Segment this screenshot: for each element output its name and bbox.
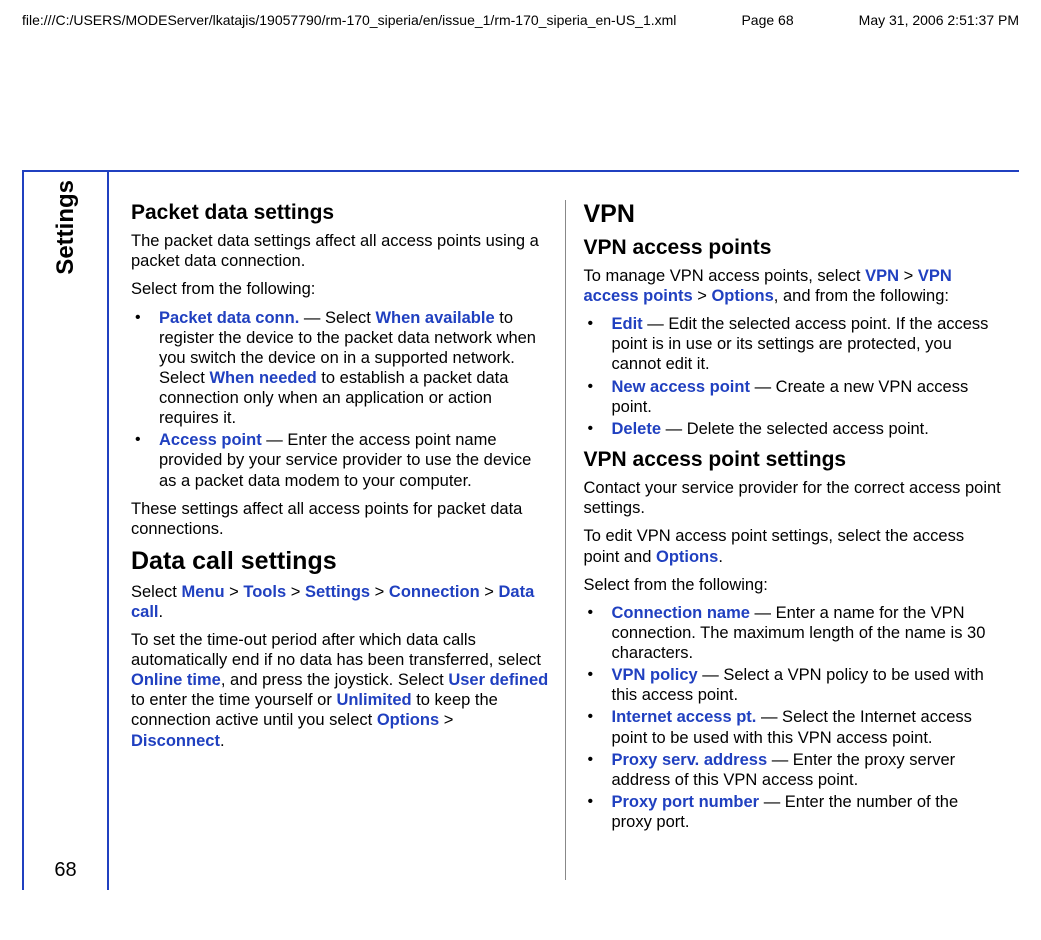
list-item: Access point — Enter the access point na… <box>131 430 549 490</box>
list-item: Delete — Delete the selected access poin… <box>584 419 1002 439</box>
ui-term: VPN <box>865 267 899 285</box>
ui-term: Access point <box>159 431 262 449</box>
content-area: Packet data settings The packet data set… <box>107 170 1019 890</box>
ui-term: New access point <box>612 378 750 396</box>
bullet-list: Edit — Edit the selected access point. I… <box>584 314 1002 439</box>
ui-term: Settings <box>305 583 370 601</box>
text: , and from the following: <box>774 287 949 305</box>
text: To manage VPN access points, select <box>584 267 866 285</box>
text: To edit VPN access point settings, selec… <box>584 527 965 565</box>
list-item: New access point — Create a new VPN acce… <box>584 377 1002 417</box>
ui-term: Options <box>711 287 773 305</box>
heading-packet-data-settings: Packet data settings <box>131 200 549 225</box>
ui-term: When available <box>375 309 494 327</box>
heading-vpn: VPN <box>584 200 1002 229</box>
ui-term: Proxy port number <box>612 793 760 811</box>
bullet-list: Packet data conn. — Select When availabl… <box>131 308 549 491</box>
paragraph: Select from the following: <box>584 575 1002 595</box>
paragraph: The packet data settings affect all acce… <box>131 231 549 271</box>
text: Select <box>131 583 181 601</box>
heading-vpn-access-points: VPN access points <box>584 235 1002 260</box>
tab-label: Settings <box>52 180 80 275</box>
paragraph: Select Menu > Tools > Settings > Connect… <box>131 582 549 622</box>
text: > <box>439 711 453 729</box>
paragraph: Contact your service provider for the co… <box>584 478 1002 518</box>
heading-vpn-access-point-settings: VPN access point settings <box>584 447 1002 472</box>
text: . <box>220 732 225 750</box>
page-number: 68 <box>54 859 76 882</box>
text: . <box>159 603 164 621</box>
list-item: Internet access pt. — Select the Interne… <box>584 707 1002 747</box>
list-item: Proxy serv. address — Enter the proxy se… <box>584 750 1002 790</box>
ui-term: Unlimited <box>336 691 411 709</box>
ui-term: Proxy serv. address <box>612 751 768 769</box>
paragraph: To edit VPN access point settings, selec… <box>584 526 1002 566</box>
page-body: Settings 68 Packet data settings The pac… <box>22 170 1019 890</box>
ui-term: Packet data conn. <box>159 309 299 327</box>
column-left: Packet data settings The packet data set… <box>131 200 566 880</box>
ui-term: Online time <box>131 671 221 689</box>
paragraph: These settings affect all access points … <box>131 499 549 539</box>
file-path: file:///C:/USERS/MODEServer/lkatajis/190… <box>22 12 676 28</box>
paragraph: To set the time-out period after which d… <box>131 630 549 751</box>
text: — Select <box>299 309 375 327</box>
text: , and press the joystick. Select <box>221 671 448 689</box>
ui-term: Disconnect <box>131 732 220 750</box>
list-item: Connection name — Enter a name for the V… <box>584 603 1002 663</box>
ui-term: Options <box>377 711 439 729</box>
ui-term: Connection name <box>612 604 750 622</box>
text: — Delete the selected access point. <box>661 420 929 438</box>
list-item: Proxy port number — Enter the number of … <box>584 792 1002 832</box>
list-item: VPN policy — Select a VPN policy to be u… <box>584 665 1002 705</box>
ui-term: Delete <box>612 420 662 438</box>
list-item: Packet data conn. — Select When availabl… <box>131 308 549 429</box>
heading-data-call-settings: Data call settings <box>131 547 549 576</box>
document-header: file:///C:/USERS/MODEServer/lkatajis/190… <box>0 0 1041 28</box>
ui-term: Internet access pt. <box>612 708 757 726</box>
page-indicator: Page 68 <box>741 12 793 28</box>
ui-term: When needed <box>209 369 316 387</box>
list-item: Edit — Edit the selected access point. I… <box>584 314 1002 374</box>
ui-term: User defined <box>448 671 548 689</box>
side-tab: Settings 68 <box>22 170 107 890</box>
text: . <box>718 548 723 566</box>
paragraph: To manage VPN access points, select VPN … <box>584 266 1002 306</box>
paragraph: Select from the following: <box>131 279 549 299</box>
ui-term: Edit <box>612 315 643 333</box>
text: to enter the time yourself or <box>131 691 336 709</box>
ui-term: VPN policy <box>612 666 698 684</box>
timestamp: May 31, 2006 2:51:37 PM <box>859 12 1019 28</box>
column-right: VPN VPN access points To manage VPN acce… <box>566 200 1006 880</box>
ui-term: Connection <box>389 583 480 601</box>
ui-term: Tools <box>243 583 286 601</box>
text: To set the time-out period after which d… <box>131 631 541 669</box>
ui-term: Menu <box>181 583 224 601</box>
bullet-list: Connection name — Enter a name for the V… <box>584 603 1002 832</box>
text: — Edit the selected access point. If the… <box>612 315 989 373</box>
ui-term: Options <box>656 548 718 566</box>
